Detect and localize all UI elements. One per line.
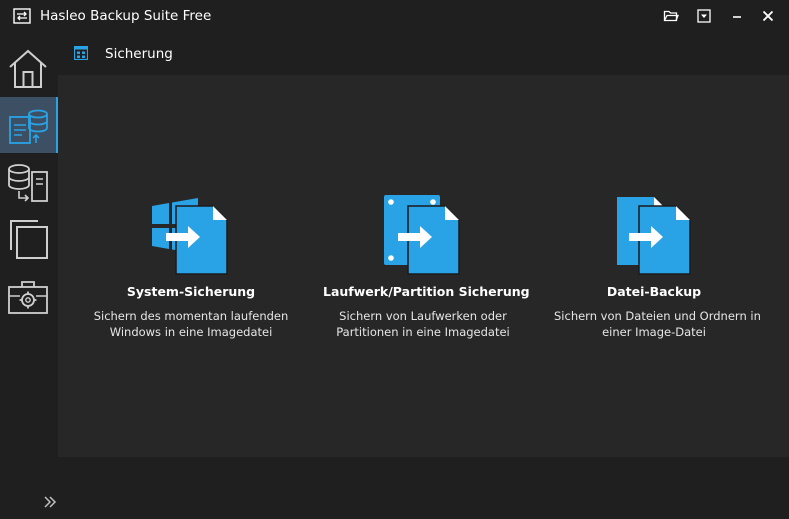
sidebar-item-backup[interactable] — [0, 97, 58, 153]
card-description: Sichern des momentan laufenden Windows i… — [93, 309, 289, 339]
sidebar-item-clone[interactable] — [0, 211, 58, 267]
sidebar-item-tools[interactable] — [0, 268, 58, 324]
folder-open-icon[interactable] — [663, 8, 679, 24]
dropdown-menu-icon[interactable] — [696, 8, 712, 24]
close-icon[interactable] — [760, 8, 776, 24]
double-chevron-right-icon[interactable] — [42, 494, 58, 510]
disk-backup-icon — [384, 195, 460, 275]
title-bar: Hasleo Backup Suite Free — [0, 0, 789, 33]
grid-icon — [74, 46, 88, 60]
card-description: Sichern von Laufwerken oder Partitionen … — [336, 309, 510, 339]
app-logo-icon — [13, 8, 31, 24]
windows-backup-icon — [152, 198, 228, 275]
bottom-area — [58, 457, 789, 519]
restore-icon — [8, 164, 48, 202]
home-icon — [9, 49, 47, 88]
window-title: Hasleo Backup Suite Free — [40, 8, 212, 24]
sidebar — [0, 33, 58, 519]
toolbox-icon — [8, 281, 48, 314]
sidebar-item-restore[interactable] — [0, 154, 58, 210]
card-title: Laufwerk/Partition Sicherung — [323, 284, 530, 299]
minimize-icon[interactable] — [729, 8, 745, 24]
card-description: Sichern von Dateien und Ordnern in einer… — [554, 309, 761, 339]
card-title: System-Sicherung — [126, 284, 256, 299]
clone-icon — [10, 220, 48, 259]
sidebar-item-home[interactable] — [0, 40, 58, 96]
page-header: Sicherung — [58, 33, 789, 75]
file-backup-icon — [617, 197, 691, 275]
backup-icon — [9, 109, 48, 144]
page-title: Sicherung — [105, 46, 173, 62]
card-title: Datei-Backup — [606, 284, 702, 299]
